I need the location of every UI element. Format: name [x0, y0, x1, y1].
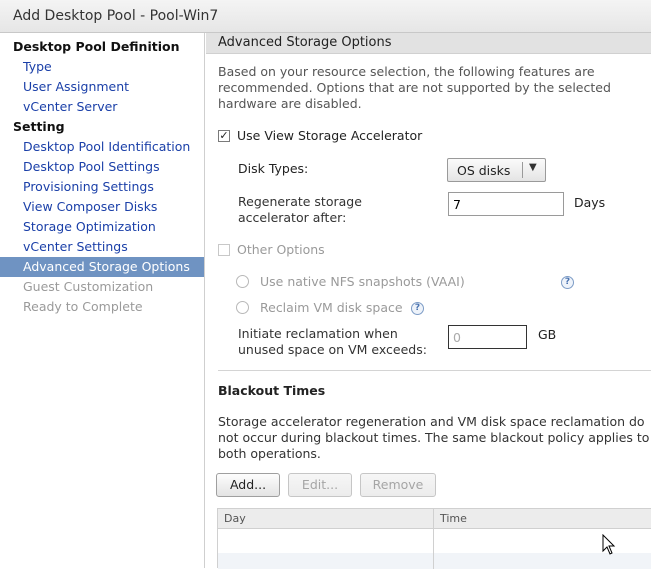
mouse-cursor-icon: [602, 534, 616, 555]
reclaim-vm-disk-space-radio: [236, 301, 249, 314]
remove-blackout-button: Remove: [360, 473, 436, 497]
regenerate-unit: Days: [574, 195, 606, 210]
use-view-storage-accelerator-label[interactable]: Use View Storage Accelerator: [237, 128, 422, 143]
table-row[interactable]: [218, 529, 651, 552]
sidebar-item-provisioning-settings[interactable]: Provisioning Settings: [0, 177, 204, 197]
sidebar-item-vcenter-server[interactable]: vCenter Server: [0, 97, 204, 117]
section-divider: [218, 370, 651, 371]
blackout-description-line: not occur during blackout times. The sam…: [218, 430, 650, 445]
add-blackout-button[interactable]: Add...: [216, 473, 280, 497]
help-icon[interactable]: ?: [411, 302, 424, 315]
main-panel: Advanced Storage Options Based on your r…: [206, 33, 651, 569]
initiate-reclamation-label: Initiate reclamation when unused space o…: [238, 326, 427, 358]
chevron-down-icon: ▼: [529, 162, 537, 173]
blackout-times-table: Day Time: [217, 508, 651, 569]
sidebar-item-vcenter-settings[interactable]: vCenter Settings: [0, 237, 204, 257]
regenerate-label: Regenerate storage accelerator after:: [238, 194, 362, 226]
help-icon[interactable]: ?: [561, 276, 574, 289]
reclaim-vm-disk-space-label: Reclaim VM disk space: [260, 300, 403, 315]
blackout-description-line: Storage accelerator regeneration and VM …: [218, 414, 645, 429]
window-titlebar: Add Desktop Pool - Pool-Win7: [0, 0, 651, 33]
native-nfs-snapshots-label: Use native NFS snapshots (VAAI): [260, 274, 465, 289]
sidebar-section-desktop-pool-definition: Desktop Pool Definition: [13, 39, 180, 54]
sidebar-item-guest-customization: Guest Customization: [23, 279, 154, 294]
column-header-time[interactable]: Time: [434, 509, 651, 529]
regenerate-label-line: Regenerate storage: [238, 194, 362, 209]
wizard-sidebar: Desktop Pool Definition Type User Assign…: [0, 33, 205, 568]
regenerate-label-line: accelerator after:: [238, 210, 347, 225]
table-row[interactable]: [218, 553, 651, 569]
check-icon: ✓: [219, 129, 229, 142]
column-header-day[interactable]: Day: [218, 509, 434, 529]
blackout-description: Storage accelerator regeneration and VM …: [218, 414, 649, 462]
initiate-reclamation-input: [448, 325, 527, 349]
edit-blackout-button: Edit...: [288, 473, 352, 497]
sidebar-section-setting: Setting: [13, 119, 65, 134]
sidebar-item-type[interactable]: Type: [0, 57, 204, 77]
blackout-times-title: Blackout Times: [218, 383, 326, 398]
use-view-storage-accelerator-checkbox[interactable]: ✓: [218, 130, 230, 142]
disk-types-value: OS disks: [457, 163, 511, 178]
disk-types-select[interactable]: OS disks ▼: [447, 158, 546, 182]
initiate-label-line: unused space on VM exceeds:: [238, 342, 427, 357]
other-options-label: Other Options: [237, 242, 325, 257]
other-options-checkbox: [218, 244, 230, 256]
section-header-title: Advanced Storage Options: [218, 35, 392, 50]
sidebar-item-storage-optimization[interactable]: Storage Optimization: [0, 217, 204, 237]
select-separator: [522, 162, 523, 178]
sidebar-item-desktop-pool-settings[interactable]: Desktop Pool Settings: [0, 157, 204, 177]
sidebar-item-advanced-storage-options[interactable]: Advanced Storage Options: [0, 257, 204, 277]
blackout-description-line: both operations.: [218, 446, 321, 461]
initiate-reclamation-unit: GB: [538, 327, 557, 342]
regenerate-days-input[interactable]: [448, 192, 564, 216]
sidebar-item-view-composer-disks[interactable]: View Composer Disks: [0, 197, 204, 217]
initiate-label-line: Initiate reclamation when: [238, 326, 398, 341]
native-nfs-snapshots-radio: [236, 275, 249, 288]
intro-line: Based on your resource selection, the fo…: [218, 64, 595, 79]
column-separator: [433, 509, 434, 569]
section-header: Advanced Storage Options: [206, 33, 651, 54]
window-title: Add Desktop Pool - Pool-Win7: [13, 8, 219, 24]
sidebar-item-user-assignment[interactable]: User Assignment: [0, 77, 204, 97]
intro-line: recommended. Options that are not suppor…: [218, 80, 611, 95]
sidebar-item-ready-to-complete: Ready to Complete: [23, 299, 143, 314]
intro-text: Based on your resource selection, the fo…: [218, 64, 611, 112]
intro-line: hardware are disabled.: [218, 96, 362, 111]
disk-types-label: Disk Types:: [238, 161, 309, 176]
sidebar-item-desktop-pool-identification[interactable]: Desktop Pool Identification: [0, 137, 204, 157]
